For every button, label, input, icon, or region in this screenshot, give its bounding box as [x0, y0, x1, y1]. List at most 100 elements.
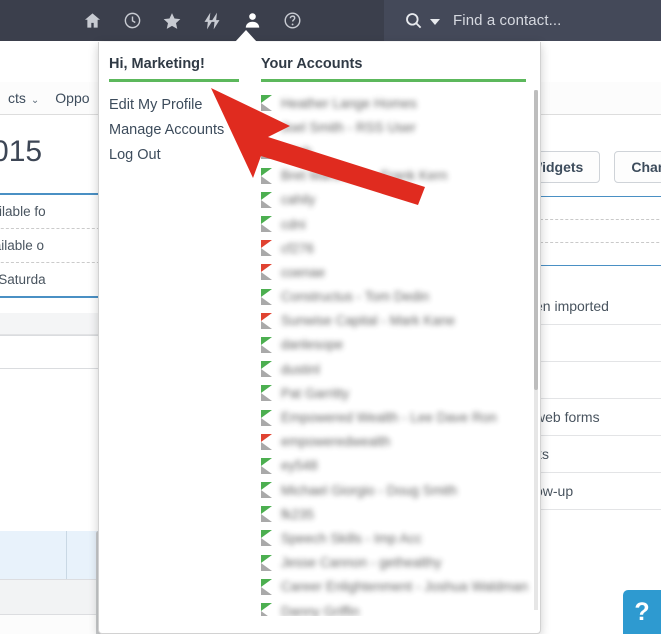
account-list-item[interactable]: fk235 — [260, 502, 528, 526]
subnav-item-label: cts — [8, 90, 26, 106]
help-fab-button[interactable]: ? — [623, 590, 661, 634]
account-list-item[interactable]: cdni — [260, 212, 528, 236]
accounts-heading: Your Accounts — [260, 56, 526, 82]
account-flag-icon — [260, 240, 272, 257]
clock-icon[interactable] — [121, 10, 143, 32]
account-list-item[interactable]: Career Enlightenment - Joshua Waldman — [260, 575, 528, 599]
account-name: cf276 — [280, 240, 314, 256]
profile-menu-list: Edit My Profile Manage Accounts Log Out — [109, 92, 253, 167]
account-flag-icon — [260, 603, 272, 616]
account-list-item[interactable]: Empowered Wealth - Lee Dave Ron — [260, 405, 528, 429]
divider-top — [535, 196, 661, 197]
account-flag-icon — [260, 578, 272, 595]
chevron-down-icon[interactable] — [430, 18, 440, 25]
account-list-item[interactable]: Bret Martinson - Frank Kern — [260, 164, 528, 188]
divider-dashed — [535, 219, 661, 220]
account-list-item[interactable]: coenae — [260, 260, 528, 284]
account-list-item[interactable]: Joel Smith - RSS User — [260, 115, 528, 139]
list-item-label: en imported — [535, 298, 609, 314]
list-item[interactable]: t — [535, 325, 661, 362]
log-out-link[interactable]: Log Out — [109, 142, 253, 167]
account-flag-icon — [260, 409, 272, 426]
account-list-item[interactable]: Michael Giorgio - Doug Smith — [260, 478, 528, 502]
manage-accounts-link[interactable]: Manage Accounts — [109, 117, 253, 142]
bottom-left-table — [0, 531, 100, 634]
account-name: ey548 — [280, 458, 318, 474]
tag-search-input[interactable]: by tag... — [0, 335, 110, 369]
account-list-item[interactable]: ey548 — [260, 454, 528, 478]
account-flag-icon — [260, 530, 272, 547]
tag-strip — [0, 313, 110, 335]
accounts-list[interactable]: Heather Lange Homes Joel Smith - RSS User… — [260, 91, 540, 616]
search-input[interactable]: Find a contact... — [453, 12, 561, 29]
account-name: empoweredwealth — [280, 434, 391, 450]
account-list-item[interactable]: Sunwise Capital - Mark Kane — [260, 309, 528, 333]
greeting-heading: Hi, Marketing! — [109, 56, 239, 82]
account-name: Sunwise Capital - Mark Kane — [280, 313, 455, 329]
notice-panel: not be available fo arily unavailable o … — [0, 193, 110, 298]
account-list-item[interactable]: cahily — [260, 188, 528, 212]
list-item[interactable] — [535, 362, 661, 399]
list-item[interactable]: ks — [535, 436, 661, 473]
top-navigation-bar: Find a contact... — [0, 0, 661, 41]
accounts-scrollbar[interactable] — [534, 90, 538, 610]
account-list-item[interactable]: Speech Skills - Imp Acc — [260, 526, 528, 550]
account-list-item[interactable]: arteh — [260, 139, 528, 163]
account-flag-icon — [260, 482, 272, 499]
list-item[interactable]: web forms — [535, 399, 661, 436]
account-list-item[interactable]: cf276 — [260, 236, 528, 260]
account-name: Joel Smith - RSS User — [280, 119, 416, 135]
account-list-item[interactable]: Danny Griffin — [260, 599, 528, 616]
account-name: Michael Giorgio - Doug Smith — [280, 482, 458, 498]
scrollbar-thumb[interactable] — [534, 90, 538, 390]
account-flag-icon — [260, 264, 272, 281]
person-icon[interactable] — [241, 10, 263, 32]
account-list-item[interactable]: Heather Lange Homes — [260, 91, 528, 115]
help-circle-icon[interactable] — [281, 10, 303, 32]
account-flag-icon — [260, 167, 272, 184]
table-row[interactable] — [0, 615, 100, 634]
account-list-item[interactable]: Pat Garritty — [260, 381, 528, 405]
account-name: Jesse Cannon - gethealthy — [280, 555, 442, 571]
change-button[interactable]: Change — [614, 151, 661, 183]
home-icon[interactable] — [81, 10, 103, 32]
chevron-down-icon: ⌄ — [30, 95, 40, 106]
account-flag-icon — [260, 554, 272, 571]
account-name: coenae — [280, 264, 326, 280]
account-name: Constructus - Tom Dedin — [280, 289, 430, 305]
star-icon[interactable] — [161, 10, 183, 32]
edit-my-profile-link[interactable]: Edit My Profile — [109, 92, 253, 117]
account-flag-icon — [260, 288, 272, 305]
table-row-selected[interactable] — [0, 531, 100, 579]
account-name: Danny Griffin — [280, 603, 360, 616]
account-list-item[interactable]: empoweredwealth — [260, 430, 528, 454]
global-search-bar[interactable]: Find a contact... — [384, 0, 661, 41]
app-root: cts⌄ Oppo 9, 2015 Widgets Change not be … — [0, 0, 661, 634]
subnav-item-contacts[interactable]: cts ⌄ — [0, 90, 47, 106]
account-list-item[interactable]: danlesope — [260, 333, 528, 357]
lightning-icon[interactable] — [201, 10, 223, 32]
account-name: dustinl — [280, 361, 320, 377]
account-list-item[interactable]: Jesse Cannon - gethealthy — [260, 551, 528, 575]
list-item[interactable]: en imported 2 — [535, 288, 661, 325]
account-flag-icon — [260, 312, 272, 329]
list-item-label: web forms — [535, 409, 600, 425]
search-icon — [404, 11, 423, 30]
account-name: Empowered Wealth - Lee Dave Ron — [280, 410, 497, 426]
account-flag-icon — [260, 385, 272, 402]
account-name: danlesope — [280, 337, 344, 353]
accounts-column: Your Accounts Heather Lange Homes Joel Sm… — [253, 42, 540, 633]
profile-menu-column: Hi, Marketing! Edit My Profile Manage Ac… — [99, 42, 253, 633]
subnav-item-opportunities[interactable]: Oppo — [47, 90, 97, 106]
account-flag-icon — [260, 457, 272, 474]
divider-dashed — [535, 242, 661, 243]
tag-filter-area: by tag... — [0, 313, 110, 369]
table-row[interactable] — [0, 579, 100, 615]
account-name: cdni — [280, 216, 306, 232]
notice-row: intenance Saturda — [0, 272, 46, 287]
account-flag-icon — [260, 361, 272, 378]
list-item[interactable]: ow-up — [535, 473, 661, 510]
account-list-item[interactable]: Constructus - Tom Dedin — [260, 285, 528, 309]
account-name: cahily — [280, 192, 316, 208]
account-list-item[interactable]: dustinl — [260, 357, 528, 381]
